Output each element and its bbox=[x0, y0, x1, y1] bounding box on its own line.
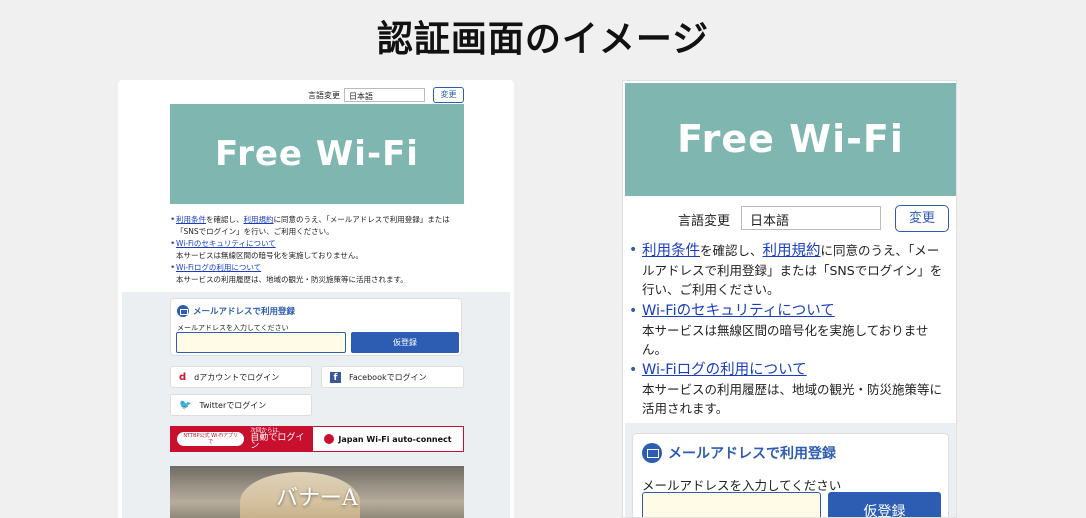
language-label: 言語変更 bbox=[308, 91, 340, 100]
d-account-icon: d bbox=[179, 371, 187, 383]
security-text: 本サービスは無線区間の暗号化を実施しておりません。 bbox=[176, 251, 363, 260]
security-link[interactable]: Wi-Fiのセキュリティについて bbox=[176, 238, 276, 250]
mail-register-title: メールアドレスで利用登録 bbox=[668, 446, 836, 462]
provisional-register-button[interactable]: 仮登録 bbox=[828, 492, 941, 517]
wifi-log-text: 本サービスの利用履歴は、地域の観光・防災施策等に活用されます。 bbox=[176, 275, 408, 284]
language-row: 言語変更 日本語 変更 bbox=[118, 87, 514, 104]
language-select[interactable]: 日本語 bbox=[741, 206, 881, 230]
security-text: 本サービスは無線区間の暗号化を実施しておりません。 bbox=[642, 323, 929, 357]
bullet-icon: • bbox=[629, 362, 638, 378]
list-item: • 利用条件を確認し、利用規約に同意のうえ、「メールアドレスで利用登録」または「… bbox=[629, 242, 943, 297]
list-item: • Wi-Fiログの利用について bbox=[629, 361, 947, 380]
notice-list: • 利用条件を確認し、利用規約に同意のうえ、「メールアドレスで利用登録」または … bbox=[170, 214, 470, 286]
twitter-icon: 🐦 bbox=[179, 399, 192, 411]
login-area: メールアドレスで利用登録 メールアドレスを入力してください 仮登録 bbox=[625, 423, 956, 517]
language-change-button[interactable]: 変更 bbox=[895, 205, 949, 232]
mobile-auth-screen: Free Wi-Fi 言語変更 日本語 変更 • 利用条件を確認し、利用規約に同… bbox=[622, 80, 957, 518]
d-account-login-button[interactable]: d dアカウントでログイン bbox=[170, 366, 312, 388]
wifi-log-text: 本サービスの利用履歴は、地域の観光・防災施策等に活用されます。 bbox=[642, 382, 943, 416]
mail-register-card: メールアドレスで利用登録 メールアドレスを入力してください 仮登録 bbox=[632, 433, 949, 517]
mail-icon bbox=[642, 443, 662, 463]
auto-connect-brand: Japan Wi-Fi auto-connect bbox=[338, 434, 452, 444]
twitter-login-button[interactable]: 🐦 Twitterでログイン bbox=[170, 394, 312, 416]
free-wifi-banner: Free Wi-Fi bbox=[625, 83, 956, 196]
rules-link[interactable]: 利用規約 bbox=[763, 243, 821, 259]
mail-icon bbox=[177, 305, 189, 317]
bullet-icon: • bbox=[629, 242, 638, 258]
banner-a[interactable]: バナーA bbox=[170, 466, 464, 518]
page-heading: 認証画面のイメージ bbox=[376, 19, 710, 60]
facebook-icon: f bbox=[330, 371, 341, 383]
bullet-icon: • bbox=[629, 303, 638, 319]
ntt-app-pill: NTTBP公式 Wi-Fiアプリで bbox=[177, 432, 245, 446]
wifi-log-link[interactable]: Wi-Fiログの利用について bbox=[176, 262, 261, 274]
login-area: メールアドレスで利用登録 メールアドレスを入力してください 仮登録 d dアカウ… bbox=[122, 292, 510, 518]
list-item: • Wi-Fiのセキュリティについて bbox=[629, 302, 947, 321]
facebook-login-button[interactable]: f Facebookでログイン bbox=[321, 366, 464, 388]
language-change-button[interactable]: 変更 bbox=[433, 87, 464, 103]
security-link[interactable]: Wi-Fiのセキュリティについて bbox=[642, 302, 835, 321]
mail-register-card: メールアドレスで利用登録 メールアドレスを入力してください 仮登録 bbox=[170, 298, 462, 356]
provisional-register-button[interactable]: 仮登録 bbox=[351, 332, 459, 353]
list-item: • Wi-Fiのセキュリティについて bbox=[170, 238, 470, 250]
list-item: • 利用条件を確認し、利用規約に同意のうえ、「メールアドレスで利用登録」または … bbox=[170, 215, 450, 236]
wifi-icon bbox=[324, 434, 335, 444]
rules-link[interactable]: 利用規約 bbox=[244, 215, 274, 224]
auto-connect-banner[interactable]: NTTBP公式 Wi-Fiアプリで 次回からは、 自動でログイン Japan W… bbox=[170, 426, 464, 452]
notice-list: • 利用条件を確認し、利用規約に同意のうえ、「メールアドレスで利用登録」または「… bbox=[629, 241, 947, 420]
free-wifi-banner: Free Wi-Fi bbox=[170, 104, 464, 204]
terms-link[interactable]: 利用条件 bbox=[642, 243, 700, 259]
language-label: 言語変更 bbox=[678, 214, 731, 229]
email-input[interactable] bbox=[176, 332, 346, 353]
desktop-auth-screen: 言語変更 日本語 変更 Free Wi-Fi • 利用条件を確認し、利用規約に同… bbox=[118, 80, 514, 518]
wifi-log-link[interactable]: Wi-Fiログの利用について bbox=[642, 361, 807, 380]
language-select[interactable]: 日本語 bbox=[344, 88, 425, 102]
list-item: • Wi-Fiログの利用について bbox=[170, 262, 470, 274]
banner-a-label: バナーA bbox=[276, 486, 358, 511]
email-input[interactable] bbox=[642, 492, 821, 517]
mail-register-title: メールアドレスで利用登録 bbox=[193, 307, 296, 317]
terms-link[interactable]: 利用条件 bbox=[176, 215, 206, 224]
